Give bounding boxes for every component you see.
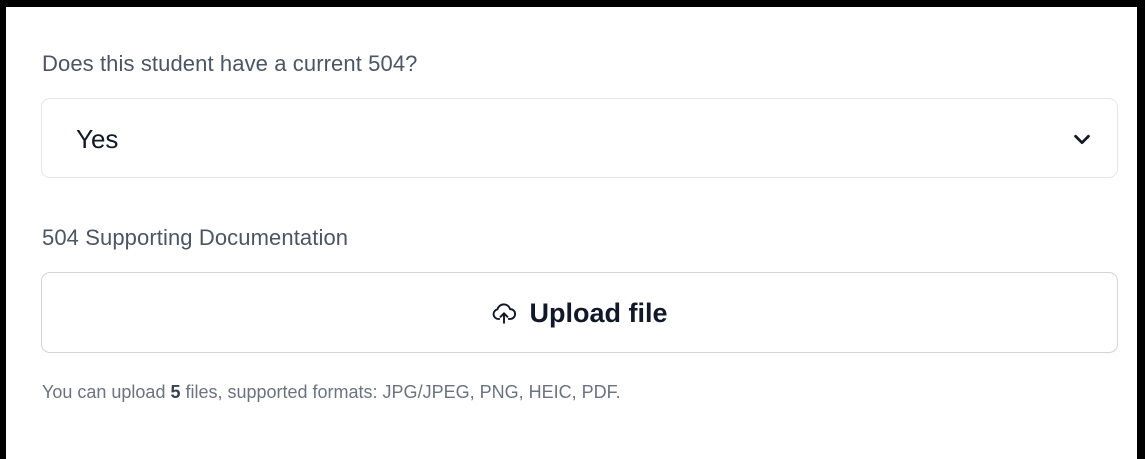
- upload-file-button[interactable]: Upload file: [41, 272, 1118, 353]
- current-504-select[interactable]: Yes: [41, 98, 1118, 178]
- upload-hint-prefix: You can upload: [42, 382, 171, 402]
- cloud-upload-icon: [493, 303, 517, 324]
- upload-hint-suffix: files, supported formats: JPG/JPEG, PNG,…: [180, 382, 621, 402]
- upload-button-content: Upload file: [42, 295, 1117, 331]
- upload-hint-text: You can upload 5 files, supported format…: [42, 380, 621, 404]
- form-panel: Does this student have a current 504? Ye…: [6, 7, 1137, 459]
- current-504-question-label: Does this student have a current 504?: [42, 51, 418, 76]
- current-504-selected-value: Yes: [76, 124, 119, 154]
- chevron-down-icon: [1074, 134, 1090, 145]
- upload-file-label: Upload file: [529, 298, 668, 328]
- supporting-documentation-label: 504 Supporting Documentation: [42, 225, 349, 250]
- upload-hint-count: 5: [170, 382, 181, 402]
